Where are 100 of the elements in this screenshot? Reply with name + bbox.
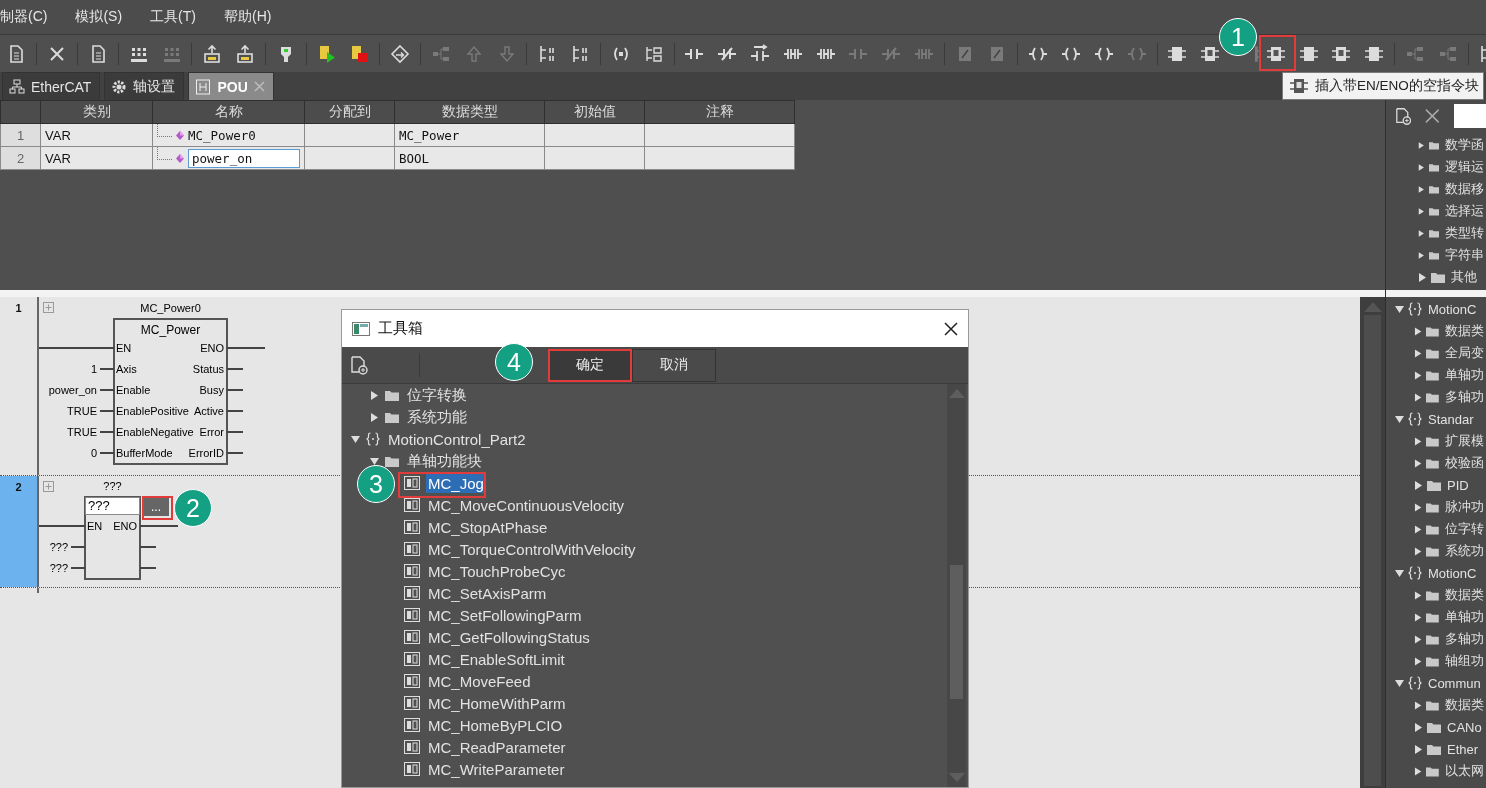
- tree-item[interactable]: 多轴功: [1443, 387, 1486, 407]
- tree-item[interactable]: PID: [1445, 476, 1471, 494]
- caret-icon[interactable]: [1418, 250, 1425, 260]
- tree-item[interactable]: MC_MoveContinuousVelocity: [426, 495, 626, 515]
- tree-item[interactable]: MC_StopAtPhase: [426, 517, 550, 537]
- caret-icon[interactable]: [1414, 634, 1423, 644]
- caret-icon[interactable]: [1414, 590, 1423, 600]
- caret-icon[interactable]: [1414, 370, 1423, 380]
- tab[interactable]: 轴设置: [104, 72, 185, 100]
- tree-item[interactable]: 位字转换: [405, 384, 469, 406]
- caret-icon[interactable]: [1414, 524, 1423, 534]
- caret-icon[interactable]: [1414, 546, 1423, 556]
- caret-icon[interactable]: [1414, 744, 1423, 754]
- input-field[interactable]: power_on: [188, 148, 300, 168]
- rung-number[interactable]: 2: [0, 476, 39, 587]
- tree-item[interactable]: MotionC: [1426, 564, 1479, 582]
- caret-icon[interactable]: [1418, 162, 1425, 172]
- tree-item[interactable]: 数学函: [1443, 135, 1486, 155]
- search-field[interactable]: [1454, 104, 1486, 128]
- menu-item[interactable]: 模拟(S): [75, 8, 151, 26]
- menu-item[interactable]: 工具(T): [150, 8, 224, 26]
- function-block[interactable]: [84, 496, 141, 580]
- pin-value[interactable]: 1: [90, 363, 97, 375]
- tree-item[interactable]: MotionControl_Part2: [386, 429, 528, 449]
- tree-item[interactable]: 单轴功能块: [405, 450, 484, 472]
- caret-icon[interactable]: [1414, 612, 1423, 622]
- tree-item[interactable]: MC_HomeByPLCIO: [426, 715, 565, 735]
- caret-icon[interactable]: [370, 456, 379, 466]
- function-block-icon[interactable]: [1254, 43, 1261, 64]
- caret-icon[interactable]: [1414, 348, 1423, 358]
- caret-icon[interactable]: [1395, 414, 1404, 424]
- tree-item[interactable]: CANo: [1445, 718, 1484, 736]
- tree-item[interactable]: MC_MoveFeed: [426, 671, 533, 691]
- tree-item[interactable]: 系统功: [1443, 541, 1486, 561]
- tree-item[interactable]: 以太网: [1443, 761, 1486, 781]
- ok-button[interactable]: 确定: [548, 348, 632, 382]
- contact-arrow-icon[interactable]: [750, 43, 770, 64]
- add-document-icon[interactable]: [1395, 106, 1412, 126]
- pin-value[interactable]: 0: [90, 447, 97, 459]
- pin-value[interactable]: ???: [49, 562, 68, 574]
- tree-item[interactable]: 脉冲功: [1443, 497, 1486, 517]
- tree-item[interactable]: 类型转: [1443, 223, 1486, 243]
- tree-item[interactable]: 其他: [1449, 267, 1479, 287]
- upload-icon[interactable]: [235, 43, 256, 64]
- tree-item[interactable]: Standar: [1426, 410, 1476, 428]
- caret-icon[interactable]: [351, 434, 360, 444]
- pin-value[interactable]: TRUE: [67, 426, 97, 438]
- type-field[interactable]: ???: [85, 497, 140, 515]
- tree-item[interactable]: 选择运: [1443, 201, 1486, 221]
- caret-icon[interactable]: [1414, 502, 1423, 512]
- tree-item[interactable]: 校验函: [1443, 453, 1486, 473]
- tree-item[interactable]: 单轴功: [1443, 607, 1486, 627]
- tree-item[interactable]: 多轴功: [1443, 629, 1486, 649]
- pin-value[interactable]: ???: [49, 541, 68, 553]
- tree-item[interactable]: Commun: [1426, 674, 1483, 692]
- caret-icon[interactable]: [1414, 458, 1423, 468]
- upload-icon[interactable]: [202, 43, 223, 64]
- caret-icon[interactable]: [1414, 722, 1423, 732]
- tree-item[interactable]: 数据类: [1443, 585, 1486, 605]
- tree-item[interactable]: 单轴功: [1443, 365, 1486, 385]
- caret-icon[interactable]: [1395, 568, 1404, 578]
- tree-item[interactable]: MC_GetFollowingStatus: [426, 627, 592, 647]
- caret-icon[interactable]: [1418, 184, 1425, 194]
- tree-item[interactable]: 全局变: [1443, 343, 1486, 363]
- tree-item[interactable]: MC_EnableSoftLimit: [426, 649, 567, 669]
- tree-item[interactable]: 逻辑运: [1443, 157, 1486, 177]
- caret-icon[interactable]: [1395, 304, 1404, 314]
- tree-item[interactable]: 系统功能: [405, 406, 469, 428]
- caret-icon[interactable]: [1414, 480, 1423, 490]
- cancel-button[interactable]: 取消: [632, 348, 716, 382]
- function-block[interactable]: [113, 318, 228, 465]
- tree-item[interactable]: 位字转: [1443, 519, 1486, 539]
- caret-icon[interactable]: [1414, 392, 1423, 402]
- menu-item[interactable]: 帮助(H): [224, 8, 300, 26]
- caret-icon[interactable]: [370, 390, 379, 400]
- caret-icon[interactable]: [1418, 272, 1427, 282]
- tree-item[interactable]: 数据类: [1443, 321, 1486, 341]
- tree-item[interactable]: MC_SetFollowingParm: [426, 605, 584, 625]
- tree-item[interactable]: MC_WriteParameter: [426, 759, 567, 779]
- tree-item[interactable]: 扩展模: [1443, 431, 1486, 451]
- tree-item[interactable]: MC_TorqueControlWithVelocity: [426, 539, 638, 559]
- tree-item[interactable]: 数据移: [1443, 179, 1486, 199]
- tree-item[interactable]: MC_TouchProbeCyc: [426, 561, 568, 581]
- caret-icon[interactable]: [1414, 656, 1423, 666]
- caret-icon[interactable]: [1418, 228, 1425, 238]
- tree-item[interactable]: Ether: [1445, 740, 1481, 758]
- pin-value[interactable]: power_on: [48, 384, 97, 396]
- pin-value[interactable]: TRUE: [67, 405, 97, 417]
- caret-icon[interactable]: [1414, 326, 1423, 336]
- tree-item[interactable]: 字符串: [1443, 245, 1486, 265]
- caret-icon[interactable]: [1395, 678, 1404, 688]
- tree-item[interactable]: 数据类: [1443, 695, 1486, 715]
- menu-item[interactable]: 制器(C): [0, 8, 76, 26]
- rung-number[interactable]: 1: [0, 297, 39, 475]
- tree-item[interactable]: MC_ReadParameter: [426, 737, 568, 757]
- caret-icon[interactable]: [370, 412, 379, 422]
- tab[interactable]: EtherCAT: [2, 72, 101, 100]
- tree-item[interactable]: MC_HomeWithParm: [426, 693, 568, 713]
- caret-icon[interactable]: [1414, 766, 1423, 776]
- diamond-arrow-icon[interactable]: [390, 43, 411, 64]
